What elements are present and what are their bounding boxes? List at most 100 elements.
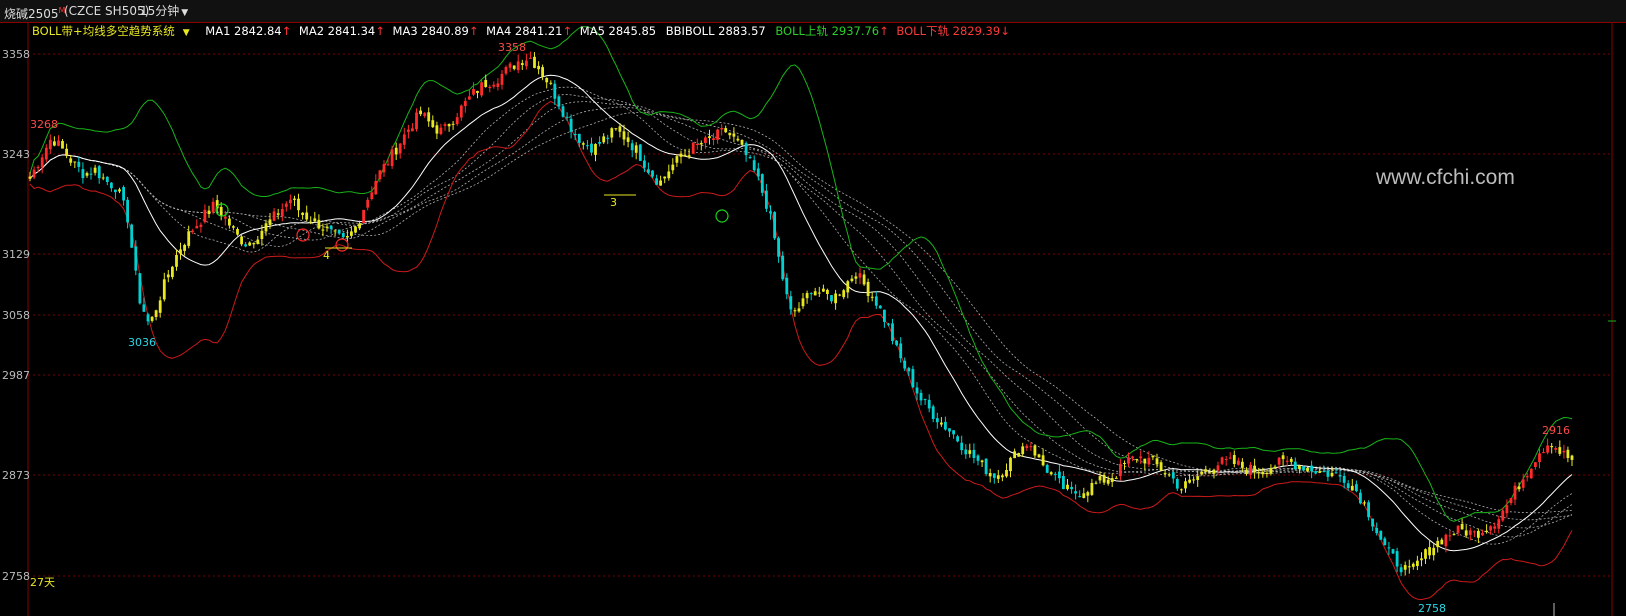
candle-body (28, 176, 32, 179)
candle-body (1473, 531, 1476, 533)
period-selector[interactable]: 15分钟 ▼ (140, 0, 188, 24)
candle-body (305, 212, 309, 220)
candle-body (598, 142, 601, 144)
candle-body (813, 291, 817, 296)
candle-body (1058, 471, 1061, 479)
candle-body (834, 293, 837, 304)
candle-body (895, 340, 898, 345)
candle-body (846, 281, 850, 293)
candle-body (1070, 487, 1073, 490)
candle-body (394, 147, 398, 155)
candle-body (679, 153, 683, 157)
candle-body (32, 169, 36, 178)
candle-body (1074, 491, 1077, 494)
candle-body (1281, 455, 1285, 460)
candle-body (154, 310, 158, 317)
candle-body (183, 244, 186, 251)
candle-body (553, 83, 557, 99)
candle-body (1017, 453, 1021, 457)
candle-body (740, 140, 744, 145)
candle-body (1228, 457, 1232, 459)
candle-body (1542, 452, 1545, 454)
candle-body (126, 199, 129, 223)
candle-body (500, 73, 504, 85)
candle-body (907, 368, 911, 372)
candle-body (337, 229, 341, 234)
ma4-value: MA4 2841.21 (486, 24, 563, 38)
boll-upper-value: BOLL上轨 2937.76 (775, 24, 880, 38)
candle-body (940, 422, 943, 425)
candle-body (691, 142, 695, 154)
candle-body (244, 244, 247, 247)
candle-body (708, 136, 711, 138)
candle-body (1485, 530, 1488, 532)
candle-body (899, 343, 903, 359)
candle-body (891, 323, 894, 341)
candle-body (1155, 458, 1159, 465)
candle-body (537, 65, 540, 70)
candle-body (1098, 476, 1102, 481)
candle-body (1529, 468, 1533, 479)
candle-body (683, 154, 687, 157)
candle-body (842, 290, 846, 298)
annotation-marker: 3 (610, 196, 617, 209)
candle-body (1062, 476, 1065, 490)
candle-body (765, 190, 768, 209)
candle-body (280, 209, 284, 217)
candle-body (944, 421, 947, 430)
symbol-name[interactable]: 烧碱2505M (4, 0, 65, 25)
candle-body (423, 113, 427, 116)
contract-code: (CZCE SH505) (64, 4, 150, 18)
candle-body (415, 112, 418, 130)
candle-body (350, 231, 353, 236)
candle-body (569, 118, 573, 132)
candle-body (1025, 445, 1029, 448)
candle-body (386, 164, 390, 166)
candle-body (956, 436, 959, 442)
candle-body (1293, 461, 1297, 470)
candle-body (1428, 547, 1431, 556)
candle-body (606, 137, 610, 139)
system-name[interactable]: BOLL带+均线多空趋势系统 ▼ (32, 24, 196, 38)
candle-body (122, 187, 125, 201)
candle-body (1334, 472, 1338, 474)
candle-body (671, 164, 675, 171)
candle-body (952, 430, 955, 435)
candle-body (996, 475, 1000, 479)
candle-body (427, 112, 431, 122)
arrow-up-icon: ↑ (375, 24, 385, 38)
price-chart[interactable]: 3358324331293058298728732758 27天 32683036… (0, 23, 1626, 616)
y-tick-label: 3058 (2, 309, 30, 322)
annotation-low: 2758 (1418, 602, 1446, 615)
candle-body (1326, 470, 1330, 477)
candle-body (207, 210, 211, 214)
candle-body (284, 203, 288, 207)
candle-body (785, 277, 789, 295)
candle-body (577, 133, 581, 143)
candle-body (830, 295, 833, 302)
candle-body (69, 158, 73, 163)
candle-body (919, 392, 923, 401)
ma1-value: MA1 2842.84 (205, 24, 282, 38)
candle-body (1456, 525, 1460, 533)
candle-body (1314, 471, 1318, 474)
candle-body (203, 209, 207, 223)
candle-body (223, 216, 227, 219)
candle-body (594, 144, 597, 155)
candle-body (866, 281, 870, 296)
candle-body (1302, 466, 1305, 471)
candle-body (1273, 466, 1277, 468)
candle-body (142, 304, 146, 312)
candle-body (1424, 549, 1427, 559)
candle-body (1318, 471, 1322, 473)
candle-body (1090, 483, 1094, 495)
candle-body (1151, 455, 1155, 458)
candle-body (647, 169, 650, 173)
candle-body (1237, 460, 1240, 465)
arrow-down-icon: ↓ (1000, 24, 1010, 38)
candle-body (61, 141, 64, 149)
candle-body (101, 177, 105, 179)
candle-body (1208, 472, 1212, 474)
candle-body (516, 61, 520, 71)
candle-body (97, 166, 101, 179)
